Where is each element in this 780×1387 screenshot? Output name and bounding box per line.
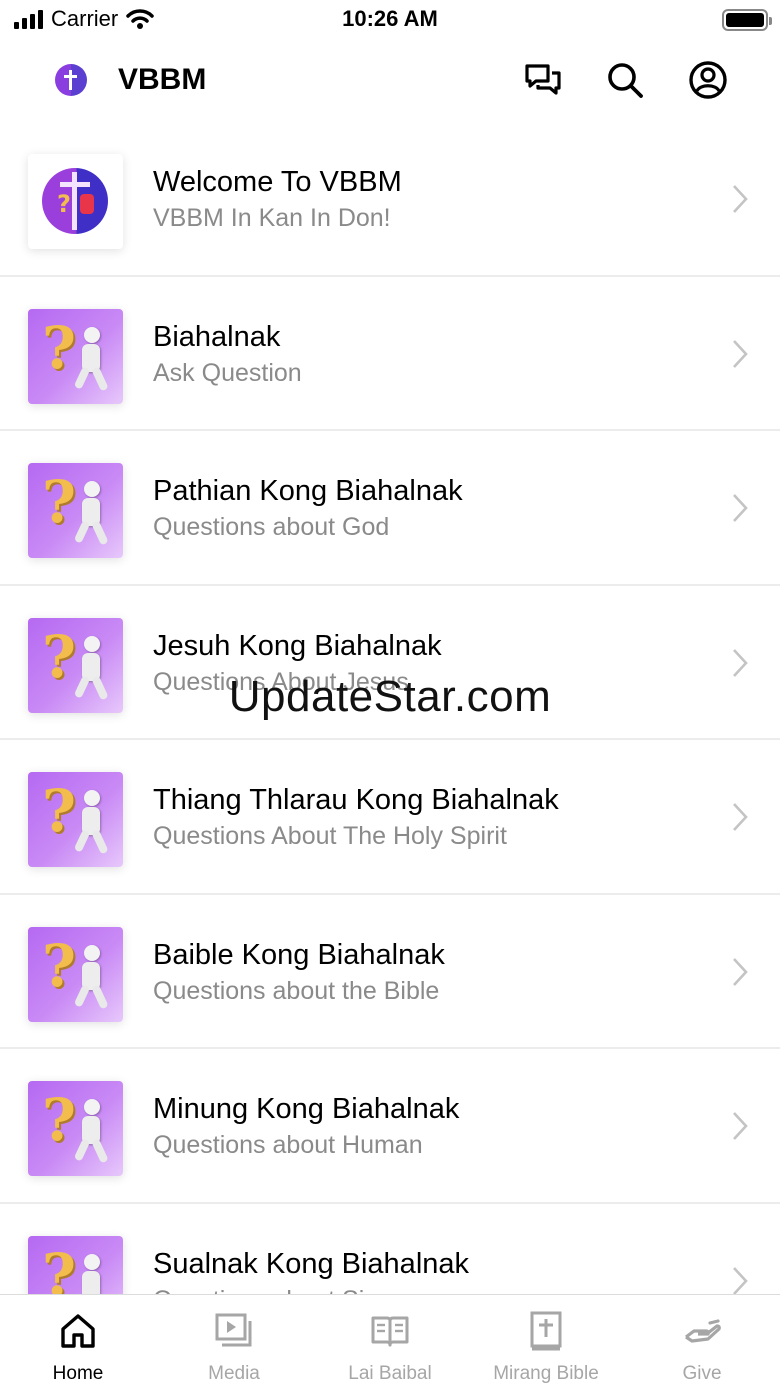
app-title: VBBM — [118, 63, 207, 96]
status-time: 10:26 AM — [342, 6, 438, 31]
list-item-subtitle: VBBM In Kan In Don! — [153, 204, 391, 232]
list-item-subtitle: Questions about Human — [153, 1131, 423, 1159]
list-item-jesuh[interactable]: ? Jesuh Kong Biahalnak Questions About J… — [0, 586, 780, 740]
question-list: ? Welcome To VBBM VBBM In Kan In Don! ? … — [0, 122, 780, 1294]
chevron-right-icon — [733, 957, 748, 986]
question-figure-image: ? — [28, 1235, 123, 1294]
list-item-subtitle: Ask Question — [153, 358, 302, 387]
question-figure-image: ? — [28, 1081, 123, 1176]
list-item-subtitle: Questions about the Bible — [153, 976, 440, 1005]
tab-label: Give — [682, 1363, 722, 1384]
chevron-right-icon — [733, 1266, 748, 1294]
list-item-minung[interactable]: ? Minung Kong Biahalnak Questions about … — [0, 1049, 780, 1204]
list-item-subtitle: Questions about Sin — [153, 1286, 378, 1295]
list-item-title: Minung Kong Biahalnak — [153, 1093, 460, 1125]
question-figure-image: ? — [28, 463, 123, 558]
list-item-pathian[interactable]: ? Pathian Kong Biahalnak Questions about… — [0, 431, 780, 586]
list-item-welcome[interactable]: ? Welcome To VBBM VBBM In Kan In Don! — [0, 122, 780, 277]
list-item-subtitle: Questions About The Holy Spirit — [153, 822, 507, 850]
give-icon — [685, 1319, 721, 1343]
account-button[interactable] — [686, 58, 730, 102]
list-item-thiang-thlarau[interactable]: ? Thiang Thlarau Kong Biahalnak Question… — [0, 740, 780, 895]
tab-give[interactable]: Give — [624, 1295, 780, 1387]
question-figure-image: ? — [28, 617, 123, 713]
list-item-title: Baible Kong Biahalnak — [153, 938, 445, 971]
home-icon — [61, 1314, 95, 1348]
list-item-title: Welcome To VBBM — [153, 166, 402, 198]
tab-label: Media — [208, 1363, 260, 1384]
question-figure-image: ? — [28, 926, 123, 1022]
tab-lai-baibal[interactable]: Lai Baibal — [312, 1295, 468, 1387]
tab-home[interactable]: Home — [0, 1295, 156, 1387]
tab-label: Home — [52, 1363, 104, 1384]
tab-mirang-bible[interactable]: Mirang Bible — [468, 1295, 624, 1387]
app-header: VBBM — [0, 40, 780, 120]
chevron-right-icon — [733, 494, 748, 522]
search-icon — [608, 63, 643, 98]
question-figure-image: ? — [28, 308, 123, 404]
bible-icon — [530, 1311, 562, 1351]
list-item-biahalnak[interactable]: ? Biahalnak Ask Question — [0, 277, 780, 431]
list-item-title: Sualnak Kong Biahalnak — [153, 1247, 470, 1280]
account-icon — [689, 61, 727, 99]
list-item-title: Jesuh Kong Biahalnak — [153, 629, 442, 662]
question-figure-image: ? — [28, 772, 123, 867]
tab-label: Lai Baibal — [348, 1363, 432, 1384]
list-item-sualnak[interactable]: ? Sualnak Kong Biahalnak Questions about… — [0, 1204, 780, 1295]
chevron-right-icon — [733, 339, 748, 368]
book-icon — [371, 1316, 409, 1347]
chevron-right-icon — [733, 803, 748, 831]
list-item-title: Pathian Kong Biahalnak — [153, 475, 463, 507]
tab-bar: Home Media Lai Baibal Mirang Bible Give — [0, 1294, 780, 1387]
list-item-baible[interactable]: ? Baible Kong Biahalnak Questions about … — [0, 895, 780, 1049]
tab-label: Mirang Bible — [493, 1363, 599, 1384]
status-bar: Carrier 10:26 AM — [0, 0, 780, 40]
tab-media[interactable]: Media — [156, 1295, 312, 1387]
media-icon — [215, 1313, 252, 1347]
chevron-right-icon — [733, 185, 748, 213]
chat-button[interactable] — [521, 58, 565, 102]
battery-icon — [722, 9, 772, 31]
list-item-subtitle: Questions about God — [153, 513, 390, 541]
vbbm-logo: ? — [28, 154, 123, 249]
list-item-title: Thiang Thlarau Kong Biahalnak — [153, 784, 559, 816]
chevron-right-icon — [733, 1112, 748, 1140]
list-item-subtitle: Questions About Jesus — [153, 667, 409, 696]
list-item-title: Biahalnak — [153, 320, 281, 353]
chat-icon — [525, 64, 561, 95]
chevron-right-icon — [733, 648, 748, 677]
app-logo — [55, 64, 87, 96]
search-button[interactable] — [603, 58, 647, 102]
